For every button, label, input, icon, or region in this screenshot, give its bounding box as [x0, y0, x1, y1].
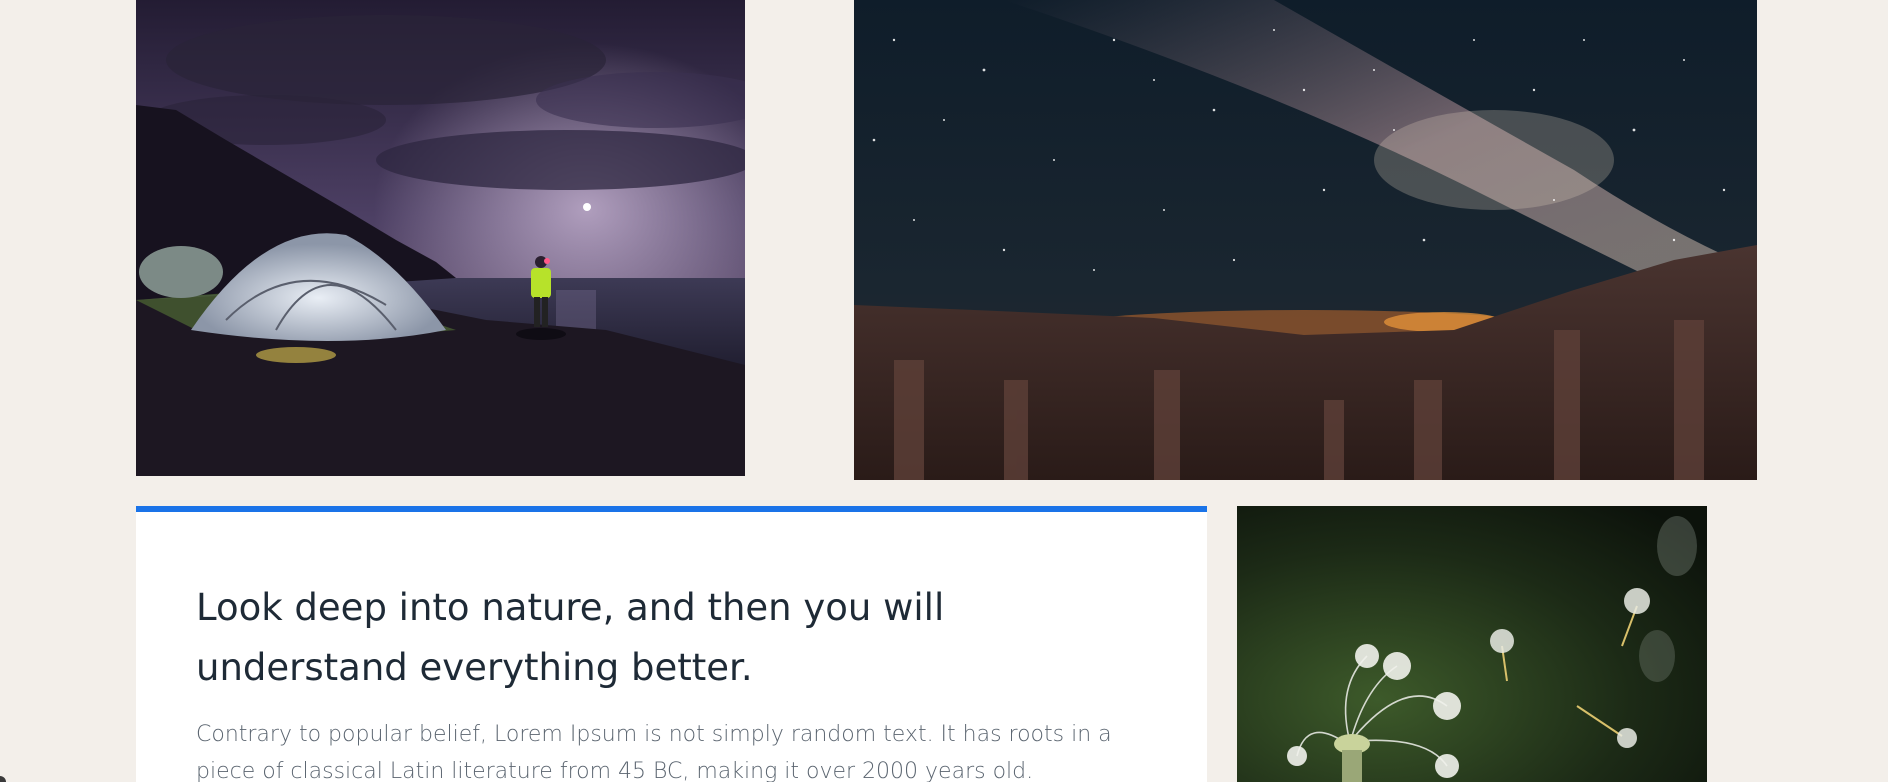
night-camping-image	[136, 0, 745, 476]
milky-way-canyon-photo[interactable]	[854, 0, 1757, 480]
quote-card: Look deep into nature, and then you will…	[136, 506, 1207, 782]
milky-way-canyon-image	[854, 0, 1757, 480]
corner-shadow	[0, 776, 6, 782]
night-camping-photo[interactable]	[136, 0, 745, 476]
dandelion-seeds-image	[1237, 506, 1707, 782]
page: Look deep into nature, and then you will…	[0, 0, 1888, 782]
dandelion-seeds-photo[interactable]	[1237, 506, 1707, 782]
quote-body: Contrary to popular belief, Lorem Ipsum …	[196, 722, 1112, 782]
quote-heading: Look deep into nature, and then you will…	[196, 586, 945, 689]
